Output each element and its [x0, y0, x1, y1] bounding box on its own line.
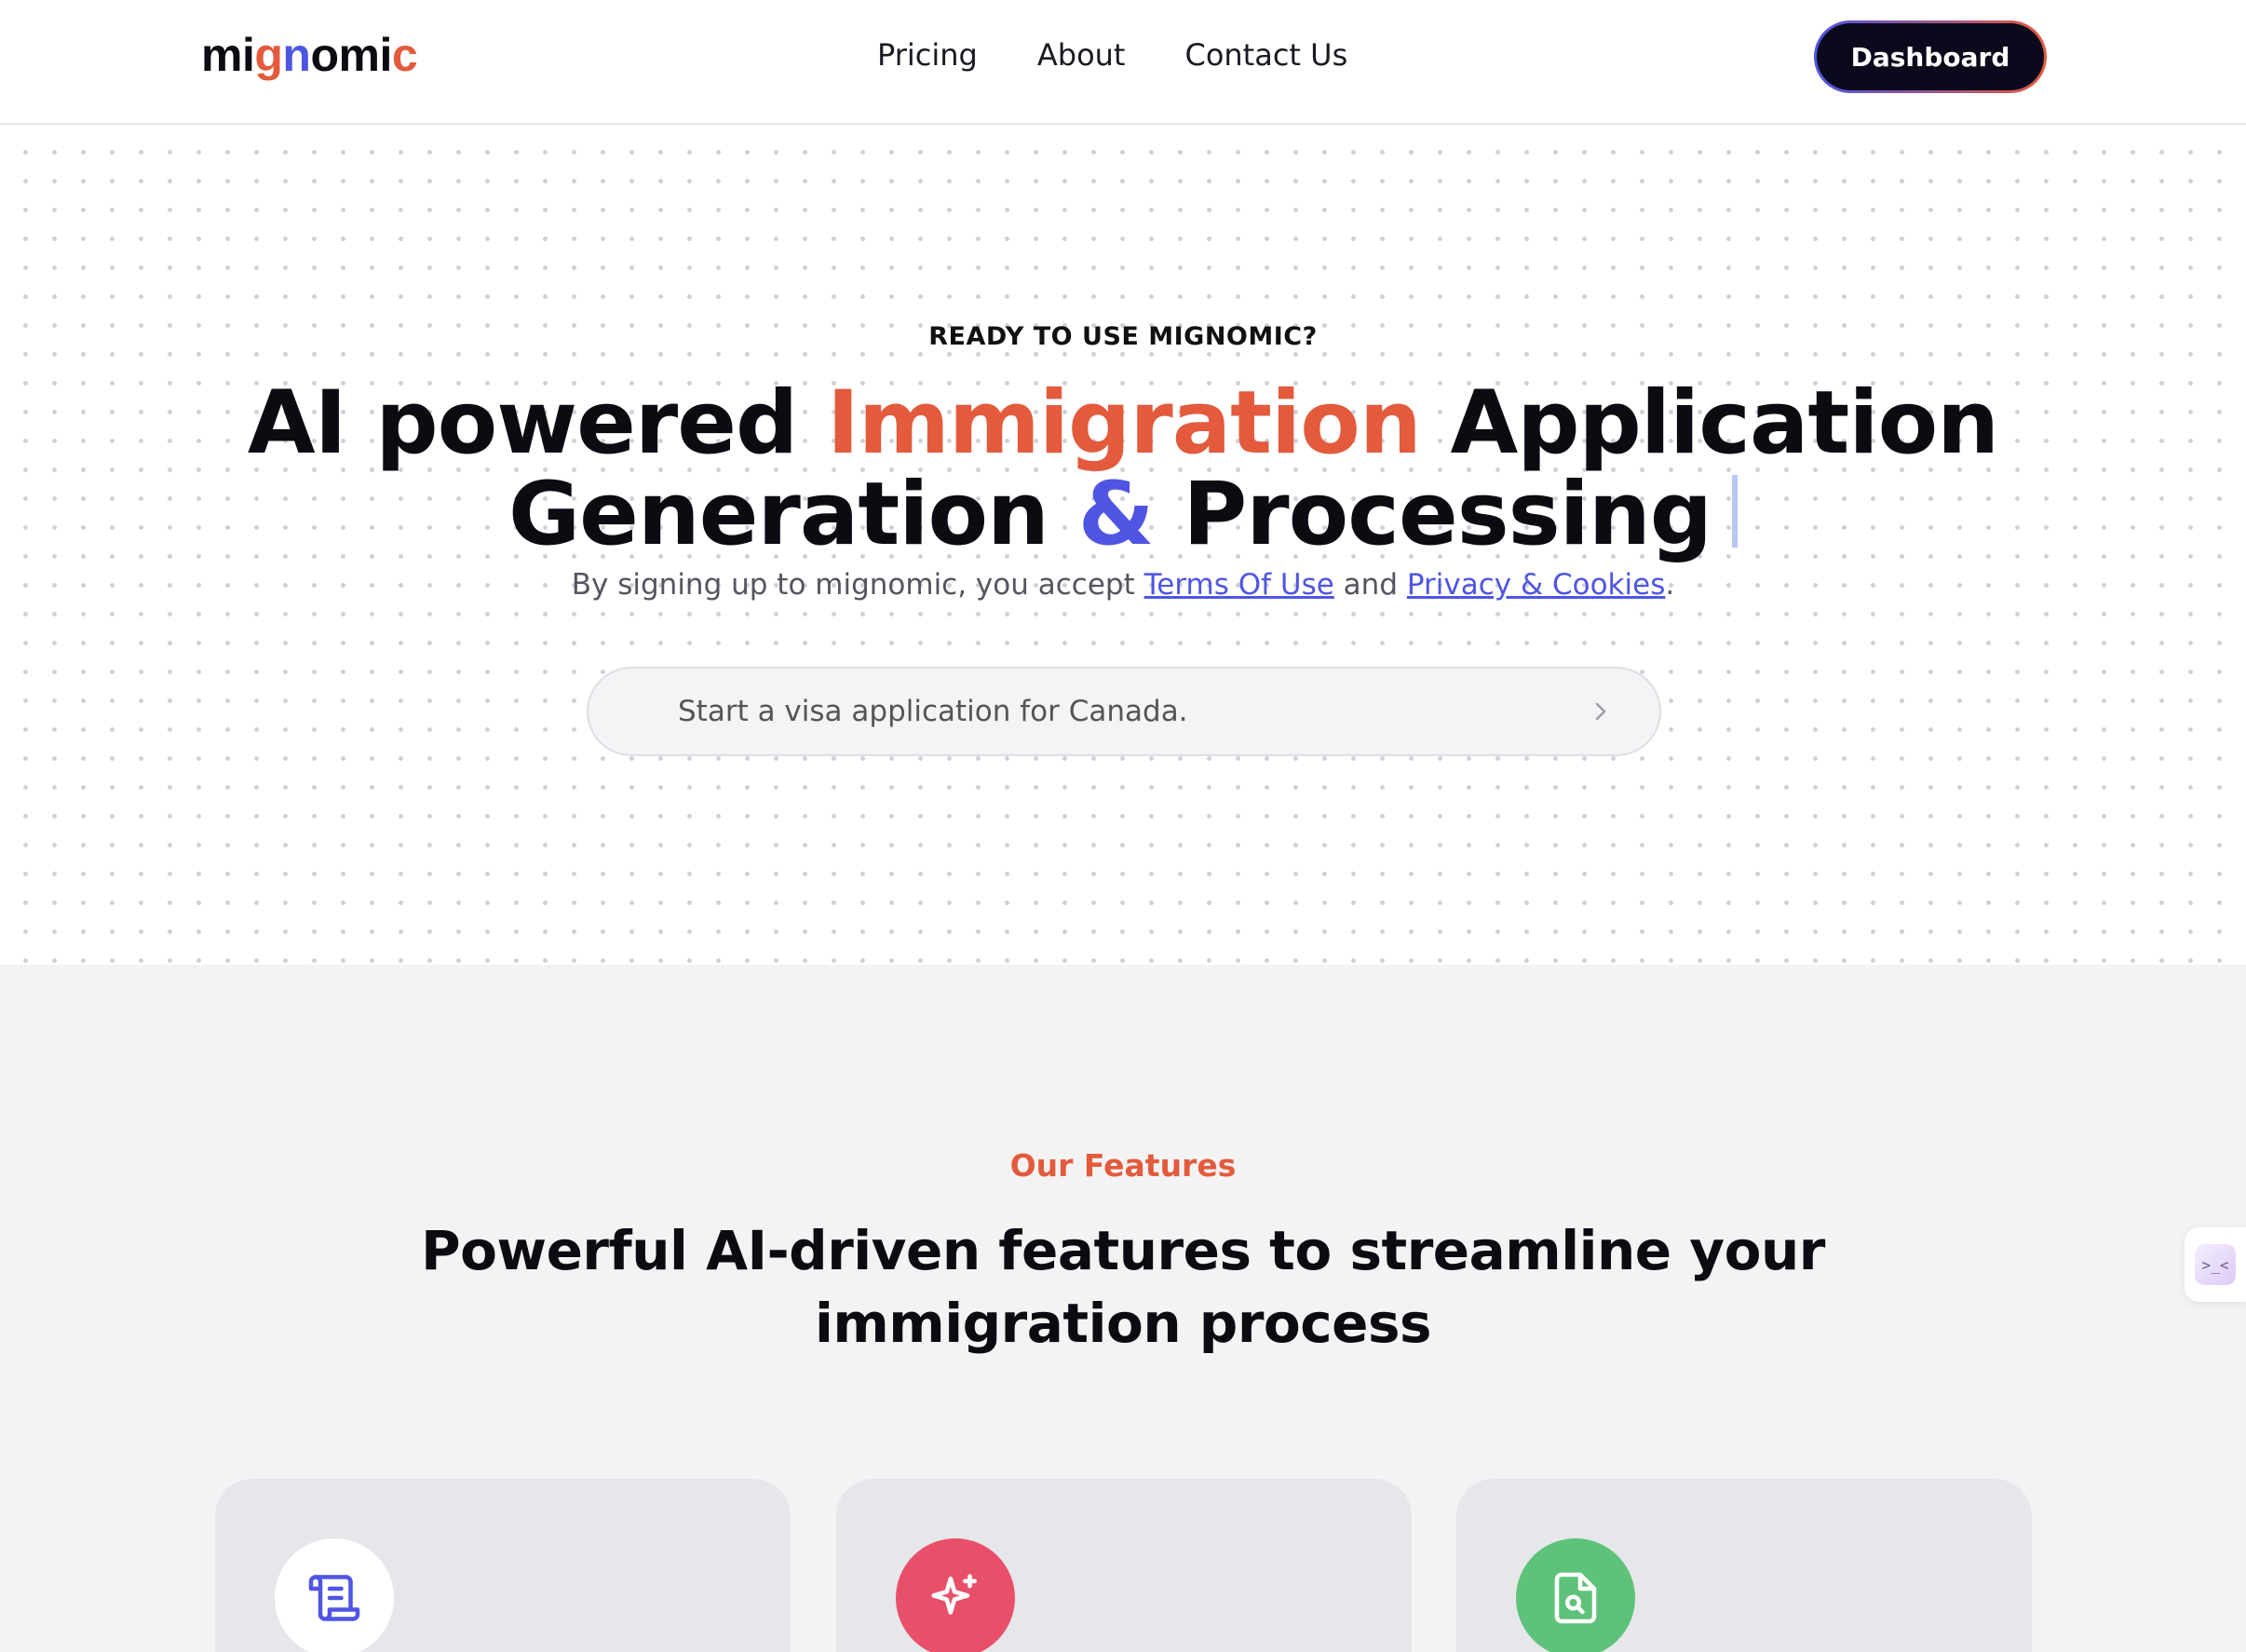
hero-eyebrow: READY TO USE MIGNOMIC?	[928, 322, 1318, 351]
chat-widget-tab[interactable]: >_<	[2185, 1227, 2246, 1302]
typing-cursor	[1732, 475, 1739, 548]
logo-part: n	[282, 29, 311, 81]
privacy-link[interactable]: Privacy & Cookies	[1407, 568, 1666, 602]
widget-face-icon: >_<	[2195, 1244, 2236, 1285]
hero-title-text: Generation	[507, 464, 1078, 565]
features-eyebrow: Our Features	[1009, 1147, 1237, 1184]
note-text: .	[1665, 568, 1675, 602]
hero-title-ampersand: &	[1077, 464, 1155, 565]
logo-part: mi	[201, 29, 255, 81]
hero-title: AI powered Immigration Application Gener…	[0, 378, 2246, 561]
logo-part: c	[391, 29, 418, 81]
prompt-bar[interactable]	[587, 667, 1661, 756]
logo-part: g	[254, 29, 283, 81]
hero-title-text: AI powered	[247, 372, 827, 474]
prompt-input[interactable]	[678, 695, 1587, 728]
signup-note: By signing up to mignomic, you accept Te…	[0, 568, 2246, 602]
scroll-icon	[275, 1538, 394, 1652]
hero-section: READY TO USE MIGNOMIC? AI powered Immigr…	[0, 127, 2246, 965]
features-section: Our Features Powerful AI-driven features…	[0, 965, 2246, 1652]
logo[interactable]: mignomic	[201, 28, 418, 82]
main-nav: Pricing About Contact Us	[877, 37, 1347, 73]
file-search-icon	[1516, 1538, 1635, 1652]
dashboard-button[interactable]: Dashboard	[1814, 20, 2047, 93]
hero-title-text: Processing	[1153, 464, 1712, 565]
feature-card	[1456, 1479, 2032, 1652]
nav-contact-us[interactable]: Contact Us	[1184, 37, 1347, 73]
hero-title-text: Application	[1420, 372, 2000, 474]
features-title: Powerful AI-driven features to streamlin…	[421, 1219, 1825, 1355]
nav-about[interactable]: About	[1037, 37, 1126, 73]
note-text: By signing up to mignomic, you accept	[571, 568, 1144, 602]
chevron-right-icon[interactable]	[1587, 697, 1615, 725]
hero-title-accent: Immigration	[826, 372, 1422, 474]
site-header: mignomic Pricing About Contact Us Dashbo…	[0, 0, 2246, 125]
feature-card	[836, 1479, 1412, 1652]
note-text: and	[1333, 568, 1407, 602]
nav-pricing[interactable]: Pricing	[877, 37, 978, 73]
sparkle-icon	[896, 1538, 1015, 1652]
feature-card	[215, 1479, 791, 1652]
terms-link[interactable]: Terms Of Use	[1144, 568, 1334, 602]
logo-part: omi	[310, 29, 392, 81]
